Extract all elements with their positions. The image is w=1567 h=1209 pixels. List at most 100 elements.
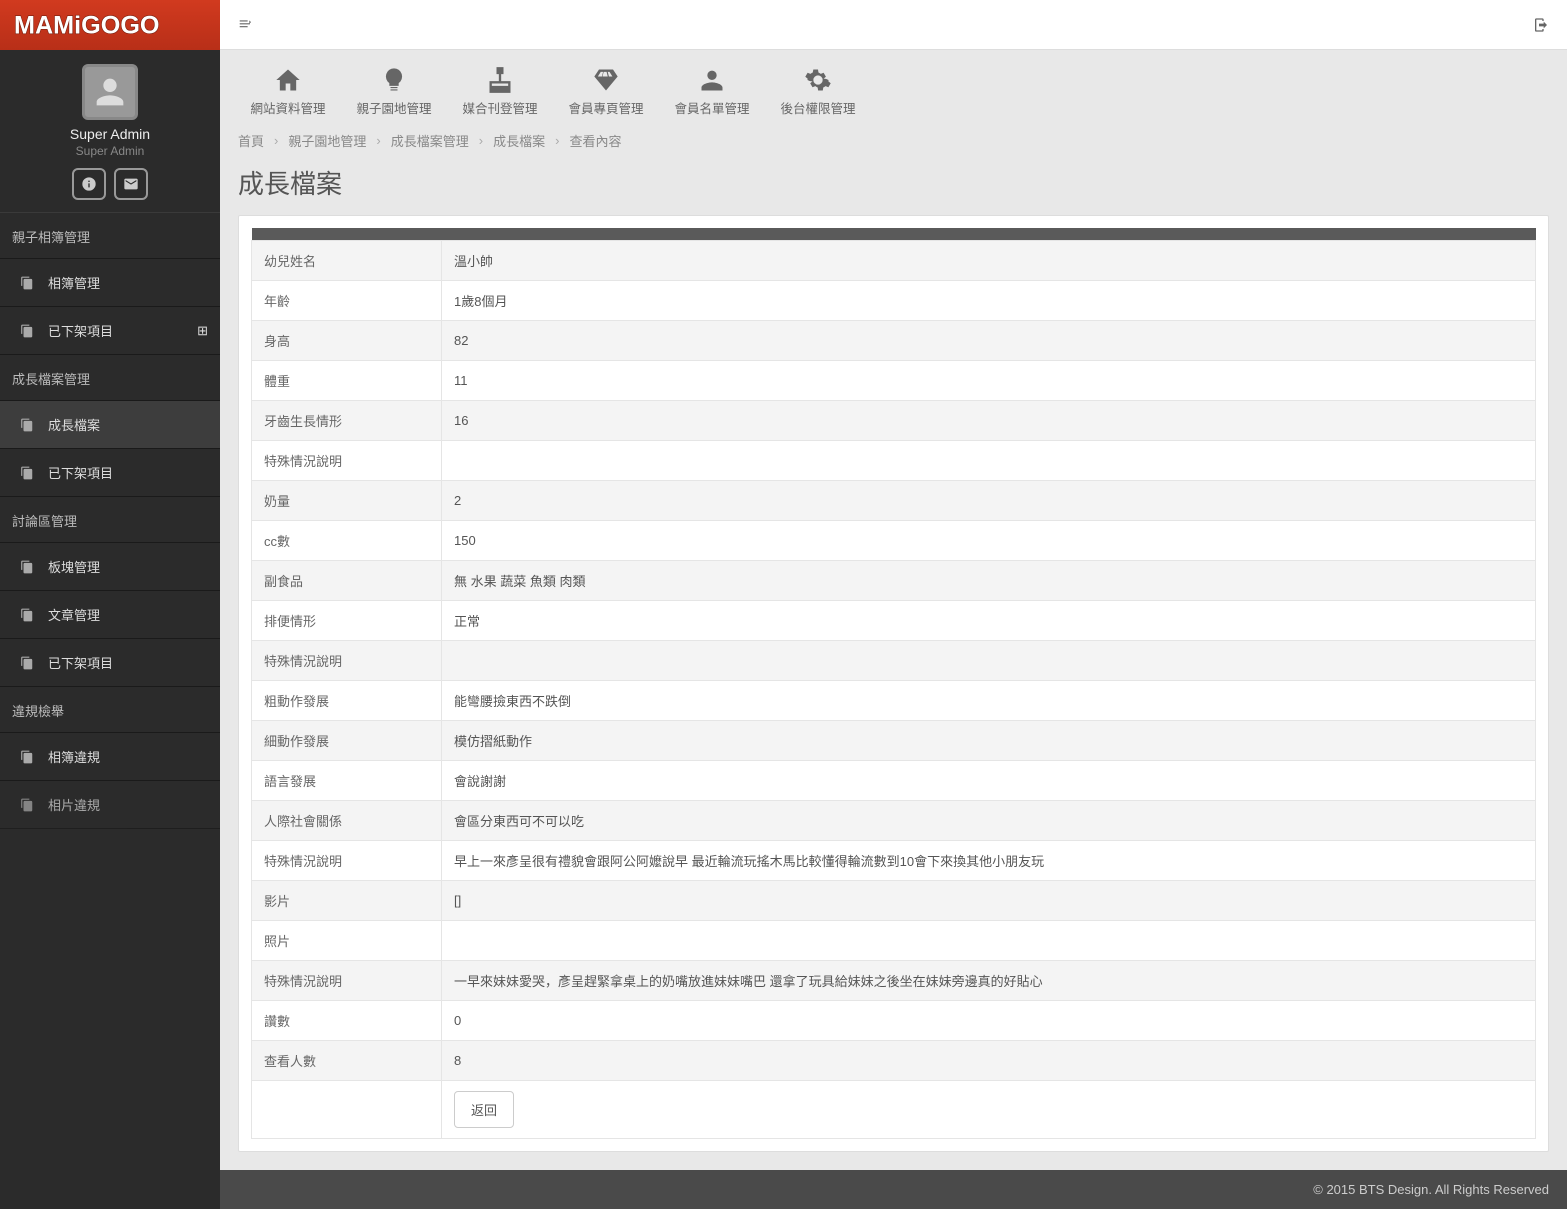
copy-icon bbox=[20, 324, 34, 338]
sidebar-item-label: 相簿違規 bbox=[48, 747, 100, 766]
table-row: 年齡1歲8個月 bbox=[252, 280, 1536, 320]
row-value: 0 bbox=[442, 1000, 1536, 1040]
expand-icon: ⊞ bbox=[197, 323, 208, 339]
user-icon bbox=[698, 66, 726, 94]
breadcrumb-link[interactable]: 成長檔案管理 bbox=[391, 131, 469, 150]
row-label bbox=[252, 1080, 442, 1138]
sidebar-item-label: 已下架項目 bbox=[48, 463, 113, 482]
bulb-icon bbox=[380, 66, 408, 94]
row-label: 照片 bbox=[252, 920, 442, 960]
breadcrumb-link[interactable]: 親子園地管理 bbox=[288, 131, 366, 150]
sidebar-item-album-mgmt[interactable]: 相簿管理 bbox=[0, 259, 220, 307]
row-value bbox=[442, 640, 1536, 680]
shortcut-label: 會員名單管理 bbox=[664, 101, 760, 117]
sidebar-item-album-off[interactable]: 已下架項目 ⊞ bbox=[0, 307, 220, 355]
sidebar-item-forum-off[interactable]: 已下架項目 bbox=[0, 639, 220, 687]
diamond-icon bbox=[592, 66, 620, 94]
row-label: 特殊情況說明 bbox=[252, 840, 442, 880]
copy-icon bbox=[20, 560, 34, 574]
table-row: 特殊情況說明 bbox=[252, 440, 1536, 480]
row-value bbox=[442, 920, 1536, 960]
logo[interactable]: MAMiGOGO bbox=[0, 0, 220, 50]
shortcut-label: 親子園地管理 bbox=[346, 101, 442, 117]
breadcrumb-current: 查看內容 bbox=[569, 131, 621, 150]
sidebar-item-growth-file[interactable]: 成長檔案 bbox=[0, 401, 220, 449]
row-label: 幼兒姓名 bbox=[252, 240, 442, 280]
table-row: 讚數0 bbox=[252, 1000, 1536, 1040]
shortcut-media[interactable]: 媒合刊登管理 bbox=[450, 60, 550, 123]
table-row: 副食品無 水果 蔬菜 魚類 肉類 bbox=[252, 560, 1536, 600]
row-value: 16 bbox=[442, 400, 1536, 440]
table-row: 奶量2 bbox=[252, 480, 1536, 520]
nav-section-album: 親子相簿管理 bbox=[0, 213, 220, 259]
row-value bbox=[442, 440, 1536, 480]
shortcut-parent-area[interactable]: 親子園地管理 bbox=[344, 60, 444, 123]
shortcut-site-data[interactable]: 網站資料管理 bbox=[238, 60, 338, 123]
sidebar-item-label: 已下架項目 bbox=[48, 321, 113, 340]
sidebar-item-label: 相簿管理 bbox=[48, 273, 100, 292]
copy-icon bbox=[20, 656, 34, 670]
topbar bbox=[220, 0, 1567, 50]
mail-button[interactable] bbox=[114, 168, 148, 200]
back-button[interactable]: 返回 bbox=[454, 1091, 514, 1128]
row-label: 查看人數 bbox=[252, 1040, 442, 1080]
sidebar-item-board-mgmt[interactable]: 板塊管理 bbox=[0, 543, 220, 591]
sidebar-item-album-violation[interactable]: 相簿違規 bbox=[0, 733, 220, 781]
shortcut-label: 後台權限管理 bbox=[770, 101, 866, 117]
menu-toggle-icon[interactable] bbox=[238, 17, 254, 33]
sidebar-item-article-mgmt[interactable]: 文章管理 bbox=[0, 591, 220, 639]
sidebar-item-growth-off[interactable]: 已下架項目 bbox=[0, 449, 220, 497]
breadcrumb-link[interactable]: 成長檔案 bbox=[493, 131, 545, 150]
table-row: 粗動作發展能彎腰撿東西不跌倒 bbox=[252, 680, 1536, 720]
shortcut-member-page[interactable]: 會員專頁管理 bbox=[556, 60, 656, 123]
table-row: 特殊情況說明一早來妹妹愛哭，彥呈趕緊拿桌上的奶嘴放進妹妹嘴巴 還拿了玩具給妹妹之… bbox=[252, 960, 1536, 1000]
shortcut-member-list[interactable]: 會員名單管理 bbox=[662, 60, 762, 123]
shortcuts-row: 網站資料管理 親子園地管理 媒合刊登管理 會員專頁管理 會員名單管理 bbox=[238, 60, 1549, 123]
row-value: 一早來妹妹愛哭，彥呈趕緊拿桌上的奶嘴放進妹妹嘴巴 還拿了玩具給妹妹之後坐在妹妹旁… bbox=[442, 960, 1536, 1000]
detail-panel: 幼兒姓名溫小帥年齡1歲8個月身高82體重11牙齒生長情形16特殊情況說明奶量2c… bbox=[238, 215, 1549, 1152]
table-row: 身高82 bbox=[252, 320, 1536, 360]
row-value: [] bbox=[442, 880, 1536, 920]
table-row: 照片 bbox=[252, 920, 1536, 960]
row-label: 體重 bbox=[252, 360, 442, 400]
row-label: 影片 bbox=[252, 880, 442, 920]
row-label: 牙齒生長情形 bbox=[252, 400, 442, 440]
row-value: 溫小帥 bbox=[442, 240, 1536, 280]
table-row: 返回 bbox=[252, 1080, 1536, 1138]
sidebar-item-label: 板塊管理 bbox=[48, 557, 100, 576]
breadcrumb-link[interactable]: 首頁 bbox=[238, 131, 264, 150]
nav-section-forum: 討論區管理 bbox=[0, 497, 220, 543]
home-icon bbox=[274, 66, 302, 94]
row-label: 奶量 bbox=[252, 480, 442, 520]
sidebar-item-label: 文章管理 bbox=[48, 605, 100, 624]
table-row: cc數150 bbox=[252, 520, 1536, 560]
copy-icon bbox=[20, 418, 34, 432]
nav-section-violation: 違規檢舉 bbox=[0, 687, 220, 733]
logout-icon[interactable] bbox=[1533, 17, 1549, 33]
row-value: 返回 bbox=[442, 1080, 1536, 1138]
detail-table: 幼兒姓名溫小帥年齡1歲8個月身高82體重11牙齒生長情形16特殊情況說明奶量2c… bbox=[251, 228, 1536, 1139]
row-label: 特殊情況說明 bbox=[252, 440, 442, 480]
table-row: 特殊情況說明 bbox=[252, 640, 1536, 680]
gears-icon bbox=[804, 66, 832, 94]
row-label: 讚數 bbox=[252, 1000, 442, 1040]
profile-role: Super Admin bbox=[0, 144, 220, 158]
table-row: 人際社會關係會區分東西可不可以吃 bbox=[252, 800, 1536, 840]
row-value: 能彎腰撿東西不跌倒 bbox=[442, 680, 1536, 720]
info-button[interactable] bbox=[72, 168, 106, 200]
sidebar: MAMiGOGO Super Admin Super Admin 親子相簿管理 … bbox=[0, 0, 220, 1209]
row-value: 8 bbox=[442, 1040, 1536, 1080]
row-label: cc數 bbox=[252, 520, 442, 560]
sidebar-item-photo-violation[interactable]: 相片違規 bbox=[0, 781, 220, 829]
row-label: 排便情形 bbox=[252, 600, 442, 640]
row-value: 11 bbox=[442, 360, 1536, 400]
row-value: 會區分東西可不可以吃 bbox=[442, 800, 1536, 840]
shortcut-admin-perm[interactable]: 後台權限管理 bbox=[768, 60, 868, 123]
copy-icon bbox=[20, 466, 34, 480]
row-value: 82 bbox=[442, 320, 1536, 360]
copy-icon bbox=[20, 608, 34, 622]
sidebar-item-label: 成長檔案 bbox=[48, 415, 100, 434]
table-row: 特殊情況說明早上一來彥呈很有禮貌會跟阿公阿嬤說早 最近輪流玩搖木馬比較懂得輪流數… bbox=[252, 840, 1536, 880]
row-label: 細動作發展 bbox=[252, 720, 442, 760]
copy-icon bbox=[20, 798, 34, 812]
